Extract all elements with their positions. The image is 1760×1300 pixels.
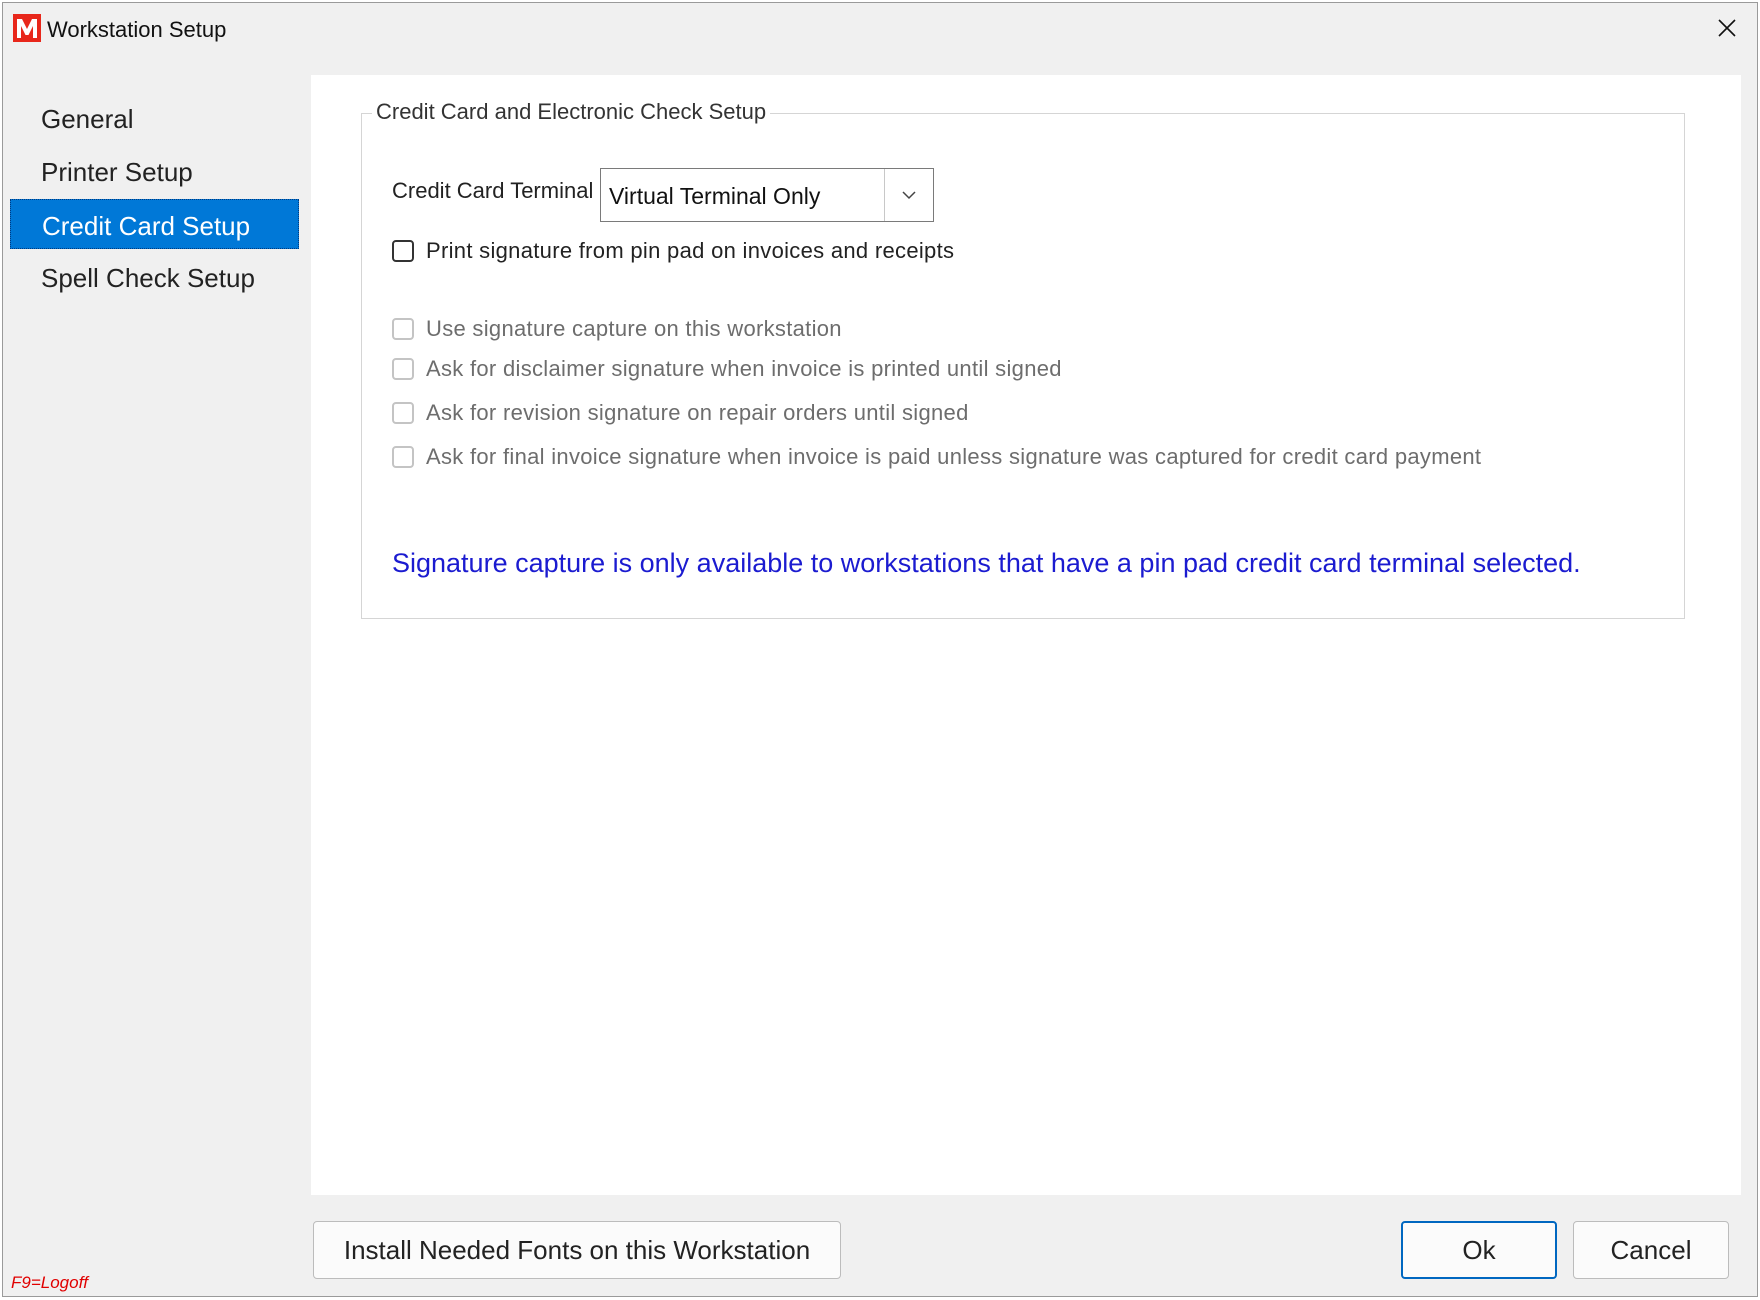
- close-icon: [1718, 19, 1736, 37]
- nav-item-printer-setup[interactable]: Printer Setup: [7, 146, 302, 196]
- chevron-down-icon: [902, 191, 916, 200]
- disclaimer-signature-checkbox: [392, 358, 414, 380]
- window-title: Workstation Setup: [47, 17, 227, 42]
- settings-panel: Credit Card and Electronic Check Setup C…: [311, 75, 1741, 1195]
- terminal-select-value: Virtual Terminal Only: [609, 183, 821, 209]
- group-title: Credit Card and Electronic Check Setup: [372, 99, 771, 125]
- use-signature-capture-row: Use signature capture on this workstatio…: [392, 316, 842, 342]
- workstation-setup-dialog: Workstation Setup General Printer Setup …: [2, 2, 1758, 1297]
- ok-button[interactable]: Ok: [1401, 1221, 1557, 1279]
- app-logo-icon: [13, 14, 41, 42]
- cancel-button[interactable]: Cancel: [1573, 1221, 1729, 1279]
- terminal-label: Credit Card Terminal: [392, 178, 594, 203]
- nav-item-general[interactable]: General: [7, 93, 302, 143]
- final-invoice-signature-checkbox: [392, 446, 414, 468]
- disclaimer-signature-label: Ask for disclaimer signature when invoic…: [426, 356, 1062, 381]
- close-button[interactable]: [1697, 3, 1757, 53]
- use-signature-capture-checkbox: [392, 318, 414, 340]
- revision-signature-checkbox: [392, 402, 414, 424]
- title-bar: Workstation Setup: [3, 3, 1757, 53]
- install-fonts-button[interactable]: Install Needed Fonts on this Workstation: [313, 1221, 841, 1279]
- print-signature-checkbox-row[interactable]: Print signature from pin pad on invoices…: [392, 238, 954, 264]
- signature-capture-note: Signature capture is only available to w…: [392, 548, 1581, 578]
- revision-signature-row: Ask for revision signature on repair ord…: [392, 400, 969, 426]
- print-signature-label: Print signature from pin pad on invoices…: [426, 238, 955, 263]
- revision-signature-label: Ask for revision signature on repair ord…: [426, 400, 969, 425]
- final-invoice-signature-row: Ask for final invoice signature when inv…: [392, 444, 1481, 470]
- final-invoice-signature-label: Ask for final invoice signature when inv…: [426, 444, 1482, 469]
- nav-item-spell-check-setup[interactable]: Spell Check Setup: [7, 252, 302, 302]
- print-signature-checkbox[interactable]: [392, 240, 414, 262]
- use-signature-capture-label: Use signature capture on this workstatio…: [426, 316, 842, 341]
- terminal-select[interactable]: Virtual Terminal Only: [600, 168, 934, 222]
- terminal-dropdown-button[interactable]: [884, 169, 933, 221]
- settings-nav: General Printer Setup Credit Card Setup …: [7, 93, 302, 305]
- disclaimer-signature-row: Ask for disclaimer signature when invoic…: [392, 356, 1062, 382]
- logoff-hint: F9=Logoff: [11, 1273, 89, 1292]
- nav-item-credit-card-setup[interactable]: Credit Card Setup: [10, 199, 299, 249]
- credit-card-group: Credit Card and Electronic Check Setup C…: [361, 99, 1685, 619]
